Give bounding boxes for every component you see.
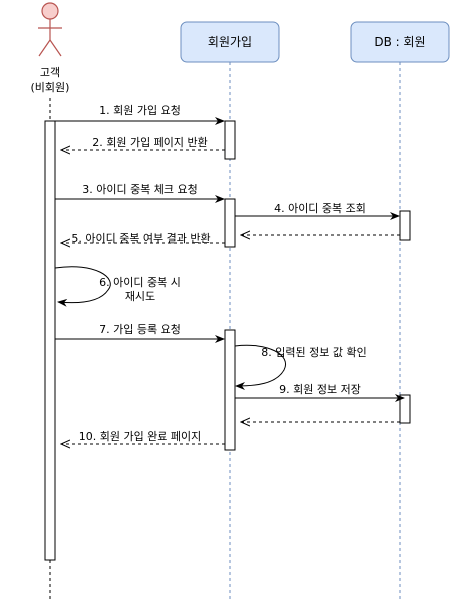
sequence-diagram: 고객 (비회원) 회원가입 DB : 회원 1. 회원 가입 요청 2. 회원 …	[31, 2, 450, 600]
activation-signup-1	[224, 120, 236, 160]
actor-customer: 고객 (비회원)	[31, 2, 70, 94]
message-1-label: 1. 회원 가입 요청	[99, 104, 181, 117]
message-9-label: 9. 회원 정보 저장	[279, 383, 361, 396]
activation-signup-3	[224, 329, 236, 451]
activation-signup-2	[224, 198, 236, 248]
actor-label-line2: (비회원)	[31, 81, 70, 94]
participant-signup-label: 회원가입	[208, 35, 252, 49]
actor-head	[41, 2, 59, 20]
message-2-label: 2. 회원 가입 페이지 반환	[92, 136, 208, 149]
actor-label-line1: 고객	[40, 66, 60, 79]
message-5-label: 5. 아이디 중복 여부 결과 반환	[71, 232, 210, 245]
message-6-label-line1: 6. 아이디 중복 시	[99, 276, 181, 289]
message-8-label: 8. 입력된 정보 값 확인	[261, 346, 366, 359]
actor-left-leg	[38, 39, 51, 57]
activation-actor	[44, 120, 56, 561]
activation-db-2	[399, 394, 411, 424]
message-7-label: 7. 가입 등록 요청	[99, 323, 181, 336]
message-4-label: 4. 아이디 중복 조회	[274, 202, 366, 215]
message-3-label: 3. 아이디 중복 체크 요청	[82, 183, 198, 196]
activation-db-1	[399, 210, 411, 241]
message-6-label-line2: 재시도	[125, 290, 155, 303]
actor-right-leg	[49, 39, 62, 57]
message-10-label: 10. 회원 가입 완료 페이지	[79, 430, 202, 443]
participant-db-label: DB : 회원	[374, 35, 425, 49]
